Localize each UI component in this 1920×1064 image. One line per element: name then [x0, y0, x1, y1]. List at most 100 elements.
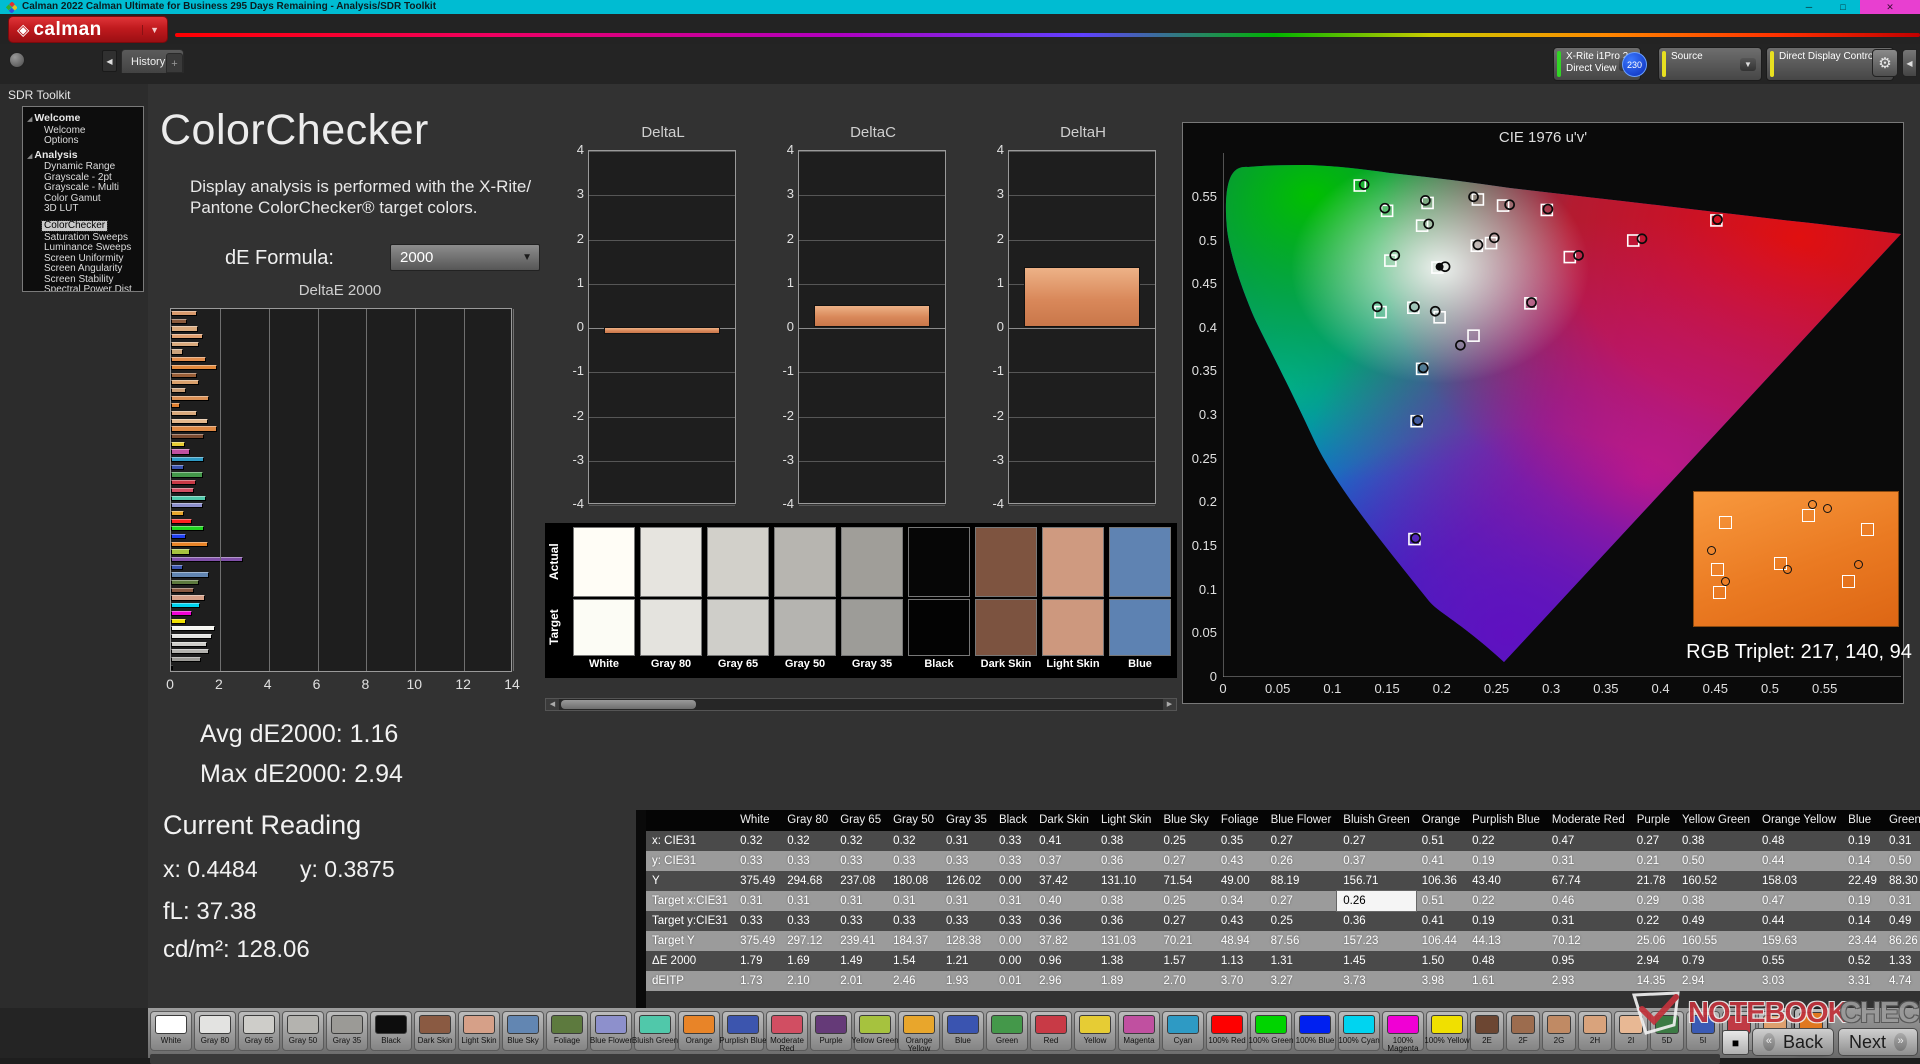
table-cell[interactable]: 48.94	[1214, 931, 1265, 951]
table-cell[interactable]: 375.49	[734, 871, 782, 891]
table-cell[interactable]: 37.42	[1033, 871, 1095, 891]
table-cell[interactable]: 0.95	[1545, 951, 1631, 971]
sequence-patch-gray-35[interactable]: Gray 35	[326, 1011, 368, 1051]
sequence-patch-yellow[interactable]: Yellow	[1074, 1011, 1116, 1051]
table-cell[interactable]: 0.00	[992, 951, 1034, 971]
table-cell[interactable]: 160.52	[1676, 871, 1756, 891]
table-cell[interactable]: 0.25	[1157, 891, 1215, 911]
table-cell[interactable]: 2.10	[781, 971, 835, 991]
tree-expander-icon[interactable]: ◢	[27, 116, 32, 123]
table-cell[interactable]: 67.74	[1545, 871, 1631, 891]
table-cell[interactable]: 1.50	[1415, 951, 1467, 971]
table-cell[interactable]: 0.44	[1756, 911, 1843, 931]
sequence-patch-2h[interactable]: 2H	[1578, 1011, 1612, 1051]
table-cell[interactable]: 0.27	[1157, 911, 1215, 931]
sequence-patch-bluish-green[interactable]: Bluish Green	[632, 1011, 678, 1051]
table-cell[interactable]: 0.19	[1466, 911, 1546, 931]
table-cell[interactable]: 88.19	[1264, 871, 1338, 891]
close-button[interactable]: ✕	[1860, 0, 1920, 14]
table-cell[interactable]: 23.44	[1842, 931, 1883, 951]
table-cell[interactable]: 70.12	[1545, 931, 1631, 951]
table-cell[interactable]: 0.35	[1214, 831, 1265, 851]
table-cell[interactable]: 0.31	[940, 891, 993, 911]
table-cell[interactable]: 0.36	[1337, 911, 1416, 931]
sequence-patch-foliage[interactable]: Foliage	[546, 1011, 588, 1051]
table-cell[interactable]: 2.94	[1630, 951, 1677, 971]
table-cell[interactable]: 0.36	[1094, 911, 1158, 931]
table-cell[interactable]: 0.48	[1756, 831, 1843, 851]
table-cell[interactable]: 0.31	[781, 891, 835, 911]
layout-handle-button[interactable]	[9, 52, 25, 68]
scroll-left-icon[interactable]: ◀	[546, 699, 559, 710]
table-cell[interactable]: 2.93	[1545, 971, 1631, 991]
table-cell[interactable]: 0.33	[734, 851, 782, 871]
table-cell[interactable]: 0.33	[940, 851, 993, 871]
sequence-patch-2f[interactable]: 2F	[1506, 1011, 1540, 1051]
table-cell[interactable]: 0.32	[834, 831, 888, 851]
sidebar-item-3d-lut[interactable]: 3D LUT	[44, 203, 143, 215]
table-cell[interactable]: 1.61	[1466, 971, 1546, 991]
table-cell[interactable]: 0.48	[1466, 951, 1546, 971]
sequence-patch-yellow-green[interactable]: Yellow Green	[851, 1011, 899, 1051]
table-cell[interactable]: 0.38	[1094, 891, 1158, 911]
table-cell[interactable]: 0.32	[781, 831, 835, 851]
table-cell[interactable]: 44.13	[1466, 931, 1546, 951]
table-cell[interactable]: 1.73	[734, 971, 782, 991]
sequence-patch-magenta[interactable]: Magenta	[1118, 1011, 1160, 1051]
tree-expander-icon[interactable]: ◢	[27, 153, 32, 160]
table-cell[interactable]: 1.13	[1214, 951, 1265, 971]
sequence-patch-black[interactable]: Black	[370, 1011, 412, 1051]
table-cell[interactable]: 0.51	[1415, 891, 1467, 911]
table-cell[interactable]: 375.49	[734, 931, 782, 951]
sidebar-item-options[interactable]: Options	[44, 135, 143, 147]
table-cell[interactable]: 3.70	[1214, 971, 1265, 991]
sequence-patch-orange-yellow[interactable]: Orange Yellow	[898, 1011, 940, 1053]
table-cell[interactable]: 128.38	[940, 931, 993, 951]
table-cell[interactable]: 0.33	[940, 911, 993, 931]
table-cell[interactable]: 297.12	[781, 931, 835, 951]
sidebar-item-luminance-sweeps[interactable]: Luminance Sweeps	[44, 242, 143, 254]
table-cell[interactable]: 0.01	[992, 971, 1034, 991]
sequence-patch-cyan[interactable]: Cyan	[1162, 1011, 1204, 1051]
table-cell[interactable]: 1.31	[1264, 951, 1338, 971]
table-cell[interactable]: 1.57	[1157, 951, 1215, 971]
scrollbar-thumb[interactable]	[561, 700, 696, 709]
table-cell[interactable]: 0.47	[1756, 891, 1843, 911]
calman-logo-menu[interactable]: ◈ calman ▼	[8, 16, 168, 43]
table-cell[interactable]: 4.74	[1882, 971, 1920, 991]
table-cell[interactable]: 0.46	[1545, 891, 1631, 911]
table-cell[interactable]: 86.26	[1882, 931, 1920, 951]
table-cell[interactable]: 0.38	[1676, 831, 1756, 851]
table-cell[interactable]: 0.52	[1842, 951, 1883, 971]
table-cell[interactable]: 0.31	[1545, 911, 1631, 931]
table-cell[interactable]: 0.49	[1882, 911, 1920, 931]
sequence-patch-blue-sky[interactable]: Blue Sky	[502, 1011, 544, 1051]
table-cell[interactable]: 0.41	[1415, 851, 1467, 871]
table-cell[interactable]: 0.29	[1630, 891, 1677, 911]
table-cell[interactable]: 0.27	[1264, 891, 1338, 911]
sidebar-item-dynamic-range[interactable]: Dynamic Range	[44, 161, 143, 173]
table-cell[interactable]: 37.82	[1033, 931, 1095, 951]
sequence-patch-orange[interactable]: Orange	[678, 1011, 720, 1051]
table-cell[interactable]: 0.27	[1264, 831, 1338, 851]
sequence-patch-purple[interactable]: Purple	[810, 1011, 852, 1051]
table-cell[interactable]: 0.96	[1033, 951, 1095, 971]
table-cell[interactable]: 237.08	[834, 871, 888, 891]
table-cell[interactable]: 0.31	[834, 891, 888, 911]
table-cell[interactable]: 1.79	[734, 951, 782, 971]
table-cell[interactable]: 3.98	[1415, 971, 1467, 991]
table-cell[interactable]: 70.21	[1157, 931, 1215, 951]
table-cell[interactable]: 0.32	[887, 831, 941, 851]
table-cell[interactable]: 1.93	[940, 971, 993, 991]
table-cell[interactable]: 0.33	[781, 851, 835, 871]
table-cell[interactable]: 0.79	[1676, 951, 1756, 971]
sequence-patch-green[interactable]: Green	[986, 1011, 1028, 1051]
table-cell[interactable]: 22.49	[1842, 871, 1883, 891]
sequence-patch-dark-skin[interactable]: Dark Skin	[414, 1011, 456, 1051]
table-cell[interactable]: 3.27	[1264, 971, 1338, 991]
table-cell[interactable]: 131.10	[1094, 871, 1158, 891]
sequence-patch-100-green[interactable]: 100% Green	[1249, 1011, 1293, 1051]
table-cell[interactable]: 87.56	[1264, 931, 1338, 951]
table-cell[interactable]: 0.40	[1033, 891, 1095, 911]
table-cell[interactable]: 0.33	[734, 911, 782, 931]
